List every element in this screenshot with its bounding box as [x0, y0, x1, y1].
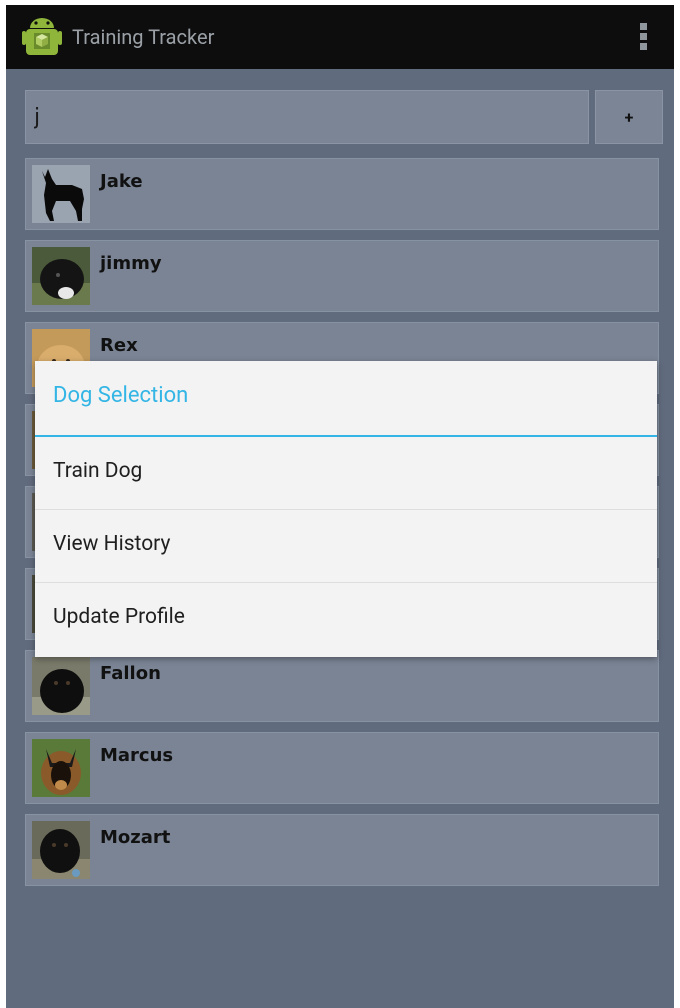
- menu-item-label: View History: [53, 532, 171, 556]
- dialog-title: Dog Selection: [53, 383, 189, 408]
- dog-selection-dialog: Dog Selection Train Dog View History Upd…: [35, 361, 657, 657]
- dog-silhouette-icon: [32, 165, 90, 223]
- menu-item-update-profile[interactable]: Update Profile: [35, 583, 657, 655]
- app-title: Training Tracker: [72, 25, 215, 49]
- dog-list-item[interactable]: Marcus: [25, 732, 659, 804]
- dog-list-item[interactable]: Fallon: [25, 650, 659, 722]
- search-input[interactable]: [26, 91, 588, 143]
- dog-photo: [32, 739, 90, 797]
- android-app-icon[interactable]: [22, 15, 62, 59]
- dog-name: Marcus: [100, 745, 174, 766]
- dog-list-item[interactable]: Jake: [25, 158, 659, 230]
- add-dog-button[interactable]: +: [595, 90, 663, 144]
- menu-item-label: Train Dog: [53, 459, 143, 483]
- overflow-menu-icon[interactable]: [638, 23, 648, 53]
- dog-name: Fallon: [100, 663, 161, 684]
- action-bar: Training Tracker: [6, 5, 674, 69]
- dog-name: Rex: [100, 335, 138, 356]
- dog-photo: [32, 821, 90, 879]
- dog-photo: [32, 657, 90, 715]
- dog-name: jimmy: [100, 253, 162, 274]
- dog-photo: [32, 247, 90, 305]
- search-field[interactable]: [25, 90, 589, 144]
- dog-list-item[interactable]: jimmy: [25, 240, 659, 312]
- dog-name: Mozart: [100, 827, 171, 848]
- dog-name: Jake: [100, 171, 143, 192]
- dog-list-item[interactable]: Mozart: [25, 814, 659, 886]
- menu-item-train-dog[interactable]: Train Dog: [35, 437, 657, 509]
- menu-item-label: Update Profile: [53, 605, 185, 629]
- menu-item-view-history[interactable]: View History: [35, 510, 657, 582]
- screen: Training Tracker + Jake jimmy: [6, 5, 674, 1008]
